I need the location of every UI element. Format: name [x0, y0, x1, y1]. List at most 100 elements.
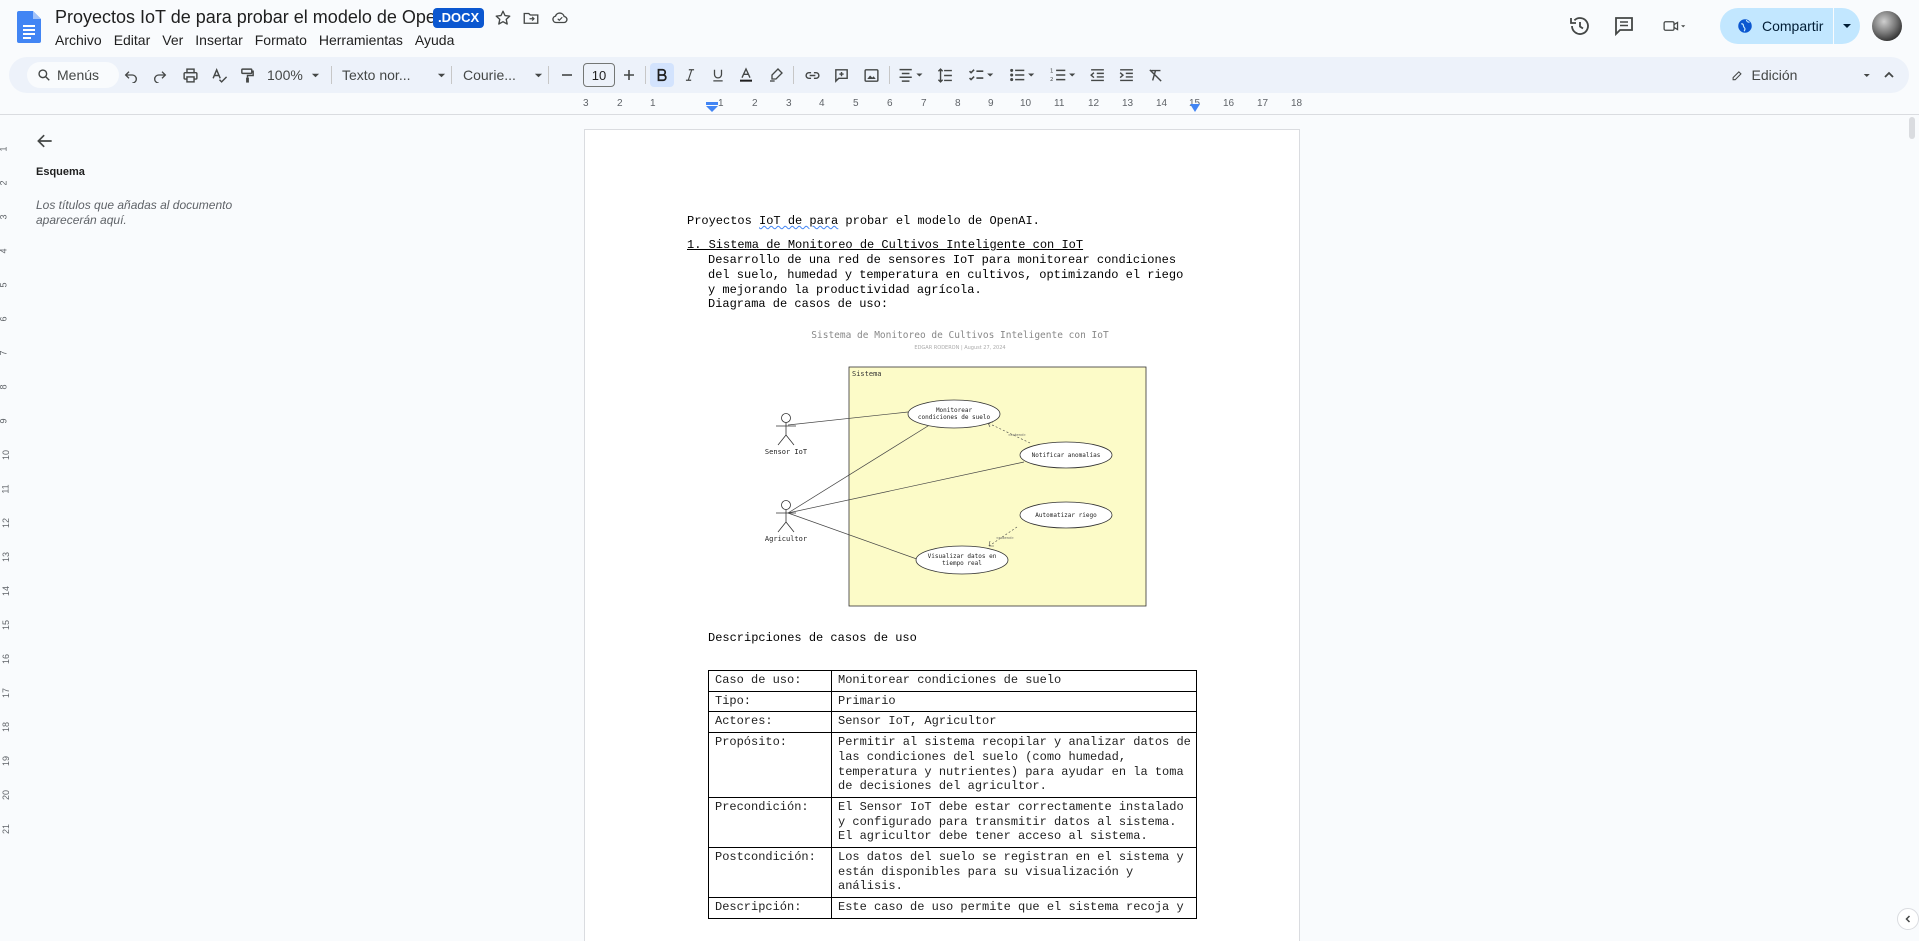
- ruler-tick: 3: [0, 214, 9, 219]
- table-value[interactable]: Monitorear condiciones de suelo: [831, 670, 1197, 692]
- bulleted-list-button[interactable]: [1005, 63, 1039, 87]
- ruler-tick: 2: [752, 98, 758, 109]
- menu-herramientas[interactable]: Herramientas: [313, 30, 409, 50]
- table-value[interactable]: Permitir al sistema recopilar y analizar…: [831, 732, 1197, 798]
- table-row[interactable]: Tipo: Primario: [708, 690, 1197, 713]
- right-indent-marker[interactable]: [1190, 104, 1200, 112]
- decrease-font-size-button[interactable]: [556, 63, 578, 87]
- paragraph-style-select[interactable]: Texto nor...: [342, 63, 446, 87]
- ruler-tick: 1: [0, 146, 9, 151]
- menu-editar[interactable]: Editar: [108, 30, 157, 50]
- numbered-list-button[interactable]: 12: [1046, 63, 1080, 87]
- zoom-select[interactable]: 100%: [267, 63, 329, 87]
- ruler-tick: 18: [1, 721, 12, 733]
- meet-video-icon[interactable]: [1662, 14, 1686, 38]
- table-key[interactable]: Actores:: [708, 711, 832, 734]
- toolbar-divider: [793, 66, 794, 84]
- table-value[interactable]: El Sensor IoT debe estar correctamente i…: [831, 796, 1197, 849]
- scrollbar-thumb[interactable]: [1909, 117, 1915, 139]
- table-key[interactable]: Descripción:: [708, 897, 832, 919]
- menu-ayuda[interactable]: Ayuda: [409, 30, 460, 50]
- comments-icon[interactable]: [1612, 14, 1636, 38]
- side-panel-toggle-button[interactable]: [1897, 908, 1919, 930]
- table-row[interactable]: Descripción: Este caso de uso permite que…: [708, 897, 1197, 919]
- history-icon[interactable]: [1568, 14, 1592, 38]
- document-heading[interactable]: Proyectos IoT de para probar el modelo d…: [687, 214, 1040, 229]
- insert-image-button[interactable]: [859, 63, 883, 87]
- share-dropdown[interactable]: [1834, 21, 1860, 31]
- print-button[interactable]: [177, 63, 203, 87]
- share-main[interactable]: Compartir: [1720, 8, 1833, 44]
- bold-icon: [657, 68, 667, 82]
- list-item-1[interactable]: 1. Sistema de Monitoreo de Cultivos Inte…: [687, 238, 1083, 253]
- ruler-tick: 16: [1, 653, 12, 665]
- font-size-input[interactable]: 10: [583, 63, 615, 87]
- document-title[interactable]: Proyectos IoT de para probar el modelo d…: [55, 7, 463, 28]
- align-button[interactable]: [894, 63, 928, 87]
- table-row[interactable]: Propósito: Permitir al sistema recopilar …: [708, 732, 1197, 798]
- undo-button[interactable]: [119, 63, 143, 87]
- ruler-tick: 7: [921, 98, 927, 109]
- table-value[interactable]: Primario: [831, 690, 1197, 713]
- underline-button[interactable]: [706, 63, 730, 87]
- increase-indent-button[interactable]: [1114, 63, 1138, 87]
- share-button[interactable]: Compartir: [1720, 8, 1860, 44]
- move-folder-icon[interactable]: [522, 9, 540, 27]
- table-row[interactable]: Precondición: El Sensor IoT debe estar co…: [708, 796, 1197, 849]
- table-key[interactable]: Tipo:: [708, 690, 832, 713]
- clear-formatting-button[interactable]: [1143, 63, 1167, 87]
- diagram-label[interactable]: Diagrama de casos de uso:: [708, 297, 888, 312]
- line-spacing-button[interactable]: [933, 63, 957, 87]
- menu-insertar[interactable]: Insertar: [189, 30, 248, 50]
- table-key[interactable]: Caso de uso:: [708, 670, 832, 692]
- table-key[interactable]: Postcondición:: [708, 847, 832, 899]
- menu-formato[interactable]: Formato: [249, 30, 313, 50]
- cloud-saved-icon[interactable]: [551, 9, 569, 27]
- search-menus-label: Menús: [57, 67, 100, 83]
- vertical-ruler[interactable]: 1 2 3 4 5 6 7 8 9 10 11 12 13 14 15 16 1…: [0, 115, 16, 941]
- table-key[interactable]: Propósito:: [708, 732, 832, 798]
- table-row[interactable]: Caso de uso: Monitorear condiciones de su…: [708, 670, 1197, 692]
- editing-mode-select[interactable]: Edición: [1731, 63, 1871, 87]
- close-outline-arrow-icon[interactable]: [35, 131, 55, 151]
- menu-archivo[interactable]: Archivo: [49, 30, 108, 50]
- text-color-button[interactable]: [734, 63, 758, 87]
- table-value[interactable]: Este caso de uso permite que el sistema …: [831, 897, 1197, 919]
- redo-button[interactable]: [148, 63, 172, 87]
- left-indent-marker[interactable]: [706, 102, 718, 112]
- paragraph-line[interactable]: del suelo, humedad y temperatura en cult…: [708, 268, 1183, 283]
- table-row[interactable]: Actores: Sensor IoT, Agricultor: [708, 711, 1197, 734]
- hide-menus-button[interactable]: [1878, 63, 1900, 87]
- menu-ver[interactable]: Ver: [156, 30, 189, 50]
- paragraph-line[interactable]: Desarrollo de una red de sensores IoT pa…: [708, 253, 1176, 268]
- insert-link-button[interactable]: [800, 63, 824, 87]
- ruler-tick: 14: [1156, 98, 1168, 109]
- table-row[interactable]: Postcondición: Los datos del suelo se reg…: [708, 847, 1197, 899]
- paragraph-line[interactable]: y mejorando la productividad agrícola.: [708, 283, 982, 298]
- use-case-diagram[interactable]: Sistema de Monitoreo de Cultivos Intelig…: [740, 322, 1160, 612]
- font-family-select[interactable]: Courie...: [463, 63, 543, 87]
- table-value[interactable]: Los datos del suelo se registran en el s…: [831, 847, 1197, 899]
- table-key[interactable]: Precondición:: [708, 796, 832, 849]
- bold-button[interactable]: [650, 63, 674, 87]
- actor-sensor-iot[interactable]: Sensor IoT: [765, 413, 808, 457]
- avatar[interactable]: [1872, 11, 1902, 41]
- checklist-button[interactable]: [964, 63, 998, 87]
- italic-button[interactable]: [678, 63, 702, 87]
- spellcheck-button[interactable]: [207, 63, 231, 87]
- descriptions-heading[interactable]: Descripciones de casos de uso: [708, 631, 917, 646]
- vertical-scrollbar[interactable]: [1907, 115, 1919, 941]
- actor-agricultor[interactable]: Agricultor: [765, 500, 807, 544]
- add-comment-button[interactable]: [829, 63, 853, 87]
- search-menus-input[interactable]: Menús: [27, 62, 119, 88]
- increase-font-size-button[interactable]: [618, 63, 640, 87]
- checklist-icon: [968, 69, 994, 81]
- use-case-label: Visualizar datos en: [928, 553, 997, 560]
- table-value[interactable]: Sensor IoT, Agricultor: [831, 711, 1197, 734]
- highlight-button[interactable]: [764, 63, 788, 87]
- paint-format-button[interactable]: [235, 63, 259, 87]
- docs-logo-icon[interactable]: [17, 11, 41, 43]
- star-icon[interactable]: [494, 9, 512, 27]
- decrease-indent-button[interactable]: [1085, 63, 1109, 87]
- use-case-table[interactable]: Caso de uso: Monitorear condiciones de su…: [708, 670, 1197, 919]
